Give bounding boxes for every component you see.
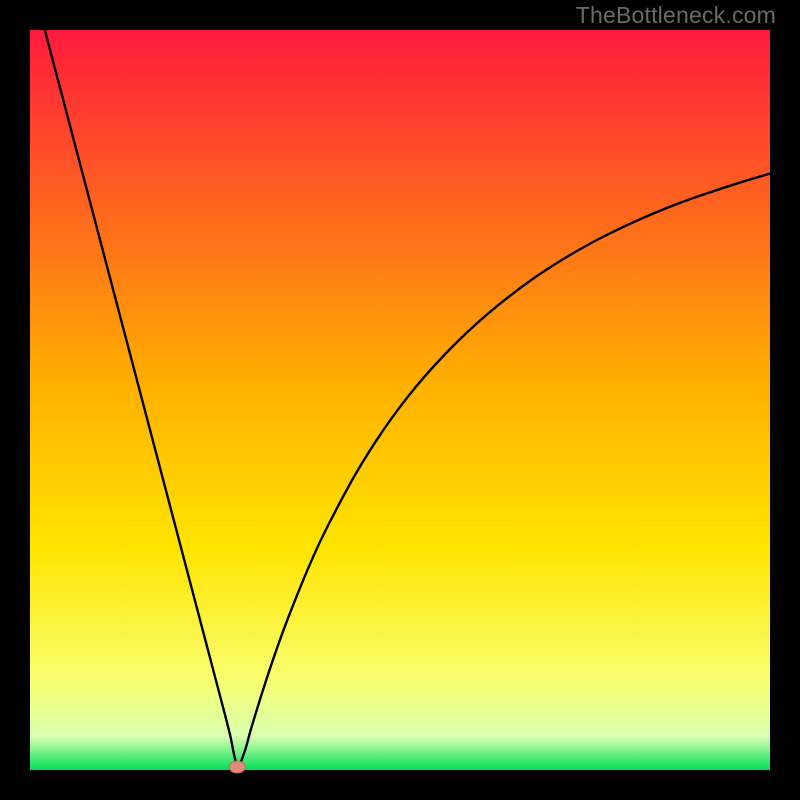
watermark-text: TheBottleneck.com xyxy=(576,2,776,29)
bottleneck-chart xyxy=(0,0,800,800)
minimum-marker xyxy=(229,761,245,773)
chart-frame: TheBottleneck.com xyxy=(0,0,800,800)
